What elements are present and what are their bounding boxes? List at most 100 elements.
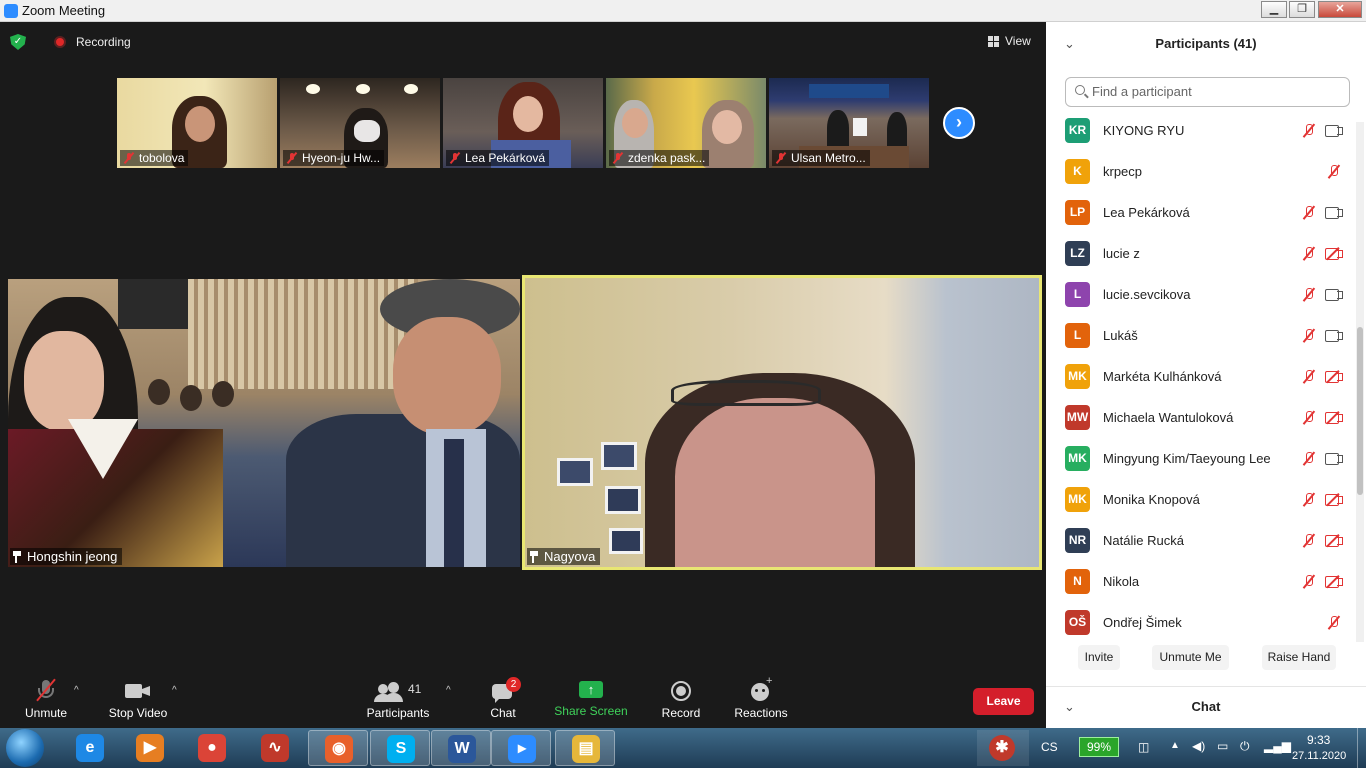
mic-muted-icon[interactable] [1302, 287, 1316, 302]
participant-row[interactable]: Kkrpecp [1046, 151, 1356, 192]
meeting-area: ✓ Recording View tobolova Hyeon-ju Hw...… [0, 22, 1046, 728]
record-button[interactable]: Record [658, 678, 704, 720]
video-camera-icon[interactable] [1325, 330, 1343, 342]
participant-row[interactable]: L Lukáš [1046, 315, 1356, 356]
participant-search-input[interactable] [1092, 84, 1342, 99]
windows-start-button[interactable] [6, 729, 44, 767]
stop-video-button[interactable]: Stop Video [104, 678, 172, 720]
mic-muted-icon[interactable] [1302, 369, 1316, 384]
participant-search[interactable] [1065, 77, 1350, 107]
share-screen-icon: ↑ [579, 681, 603, 698]
taskbar-internet-explorer-button[interactable]: e [60, 730, 120, 766]
mic-muted-icon[interactable] [1302, 451, 1316, 466]
display-icon[interactable]: ▭ [1217, 739, 1228, 753]
show-hidden-icons-arrow[interactable]: ▲ [1170, 740, 1180, 751]
next-page-arrow-icon[interactable]: › [943, 107, 975, 139]
video-thumbnail[interactable]: tobolova [117, 78, 277, 168]
video-options-caret[interactable]: ^ [172, 685, 177, 696]
avatar: OŠ [1065, 610, 1090, 635]
unmute-me-button[interactable]: Unmute Me [1152, 645, 1229, 670]
video-thumbnail[interactable]: Hyeon-ju Hw... [280, 78, 440, 168]
maximize-button[interactable]: ❐ [1289, 1, 1315, 18]
participant-row[interactable]: LP Lea Pekárková [1046, 192, 1356, 233]
collapse-chevron-icon[interactable]: ⌄ [1064, 36, 1075, 52]
participant-row[interactable]: MW Michaela Wantuloková [1046, 397, 1356, 438]
mic-muted-icon[interactable] [1302, 123, 1316, 138]
avatar: MK [1065, 487, 1090, 512]
participant-row[interactable]: NR Natálie Rucká [1046, 520, 1356, 561]
mic-muted-icon[interactable] [1302, 246, 1316, 261]
taskbar-file-explorer-button[interactable]: ▤ [555, 730, 615, 766]
video-off-icon[interactable] [1325, 574, 1343, 589]
video-camera-icon[interactable] [1325, 207, 1343, 219]
video-off-icon[interactable] [1325, 492, 1343, 507]
leave-meeting-button[interactable]: Leave [973, 688, 1034, 715]
raise-hand-button[interactable]: Raise Hand [1262, 645, 1336, 670]
minimize-button[interactable]: ▁ [1261, 1, 1287, 18]
view-button[interactable]: View [988, 34, 1031, 48]
battery-indicator[interactable]: 99% [1079, 737, 1119, 757]
participant-row[interactable]: LZ lucie z [1046, 233, 1356, 274]
participant-row[interactable]: MK Markéta Kulhánková [1046, 356, 1356, 397]
taskbar-media-player-button[interactable]: ▶ [120, 730, 180, 766]
volume-icon[interactable]: ◀) [1192, 739, 1205, 753]
invite-button[interactable]: Invite [1078, 645, 1120, 670]
language-indicator[interactable]: CS [1041, 740, 1058, 754]
video-thumbnail[interactable]: Ulsan Metro... [769, 78, 929, 168]
video-tile[interactable]: Hongshin jeong [8, 279, 520, 567]
mic-muted-icon[interactable] [1302, 492, 1316, 507]
taskbar-word-button[interactable]: W [431, 730, 491, 766]
active-speaker-tile[interactable]: Nagyova [522, 275, 1042, 570]
participants-button[interactable]: 41 Participants [362, 678, 434, 720]
participant-name: Nikola [1103, 574, 1140, 589]
share-screen-button[interactable]: ↑ Share Screen [553, 678, 629, 718]
avatar: L [1065, 282, 1090, 307]
clock-date[interactable]: 27.11.2020 [1292, 750, 1346, 762]
network-icon[interactable]: ◫ [1138, 740, 1149, 754]
mic-muted-icon[interactable] [1327, 615, 1341, 630]
unmute-button[interactable]: Unmute [18, 678, 74, 720]
collapse-chevron-icon[interactable]: ⌄ [1064, 687, 1075, 727]
participant-row[interactable]: MK Mingyung Kim/Taeyoung Lee [1046, 438, 1356, 479]
taskbar-firefox-button[interactable]: ◉ [308, 730, 368, 766]
participant-row[interactable]: KR KIYONG RYU [1046, 110, 1356, 151]
mic-muted-icon[interactable] [1302, 574, 1316, 589]
audio-options-caret[interactable]: ^ [74, 685, 79, 696]
video-thumbnail[interactable]: Lea Pekárková [443, 78, 603, 168]
close-button[interactable]: ✕ [1318, 1, 1362, 18]
tray-app-icon[interactable]: ✱ [977, 730, 1029, 766]
reactions-button[interactable]: + Reactions [732, 675, 790, 720]
video-thumbnail[interactable]: zdenka pask... [606, 78, 766, 168]
participant-name-tag: Ulsan Metro... [772, 150, 870, 166]
word-icon: W [448, 735, 476, 763]
participant-row[interactable]: Llucie.sevcikova [1046, 274, 1356, 315]
mic-muted-icon[interactable] [1302, 328, 1316, 343]
power-icon[interactable]: ⏻ [1240, 739, 1250, 754]
video-off-icon[interactable] [1325, 410, 1343, 425]
show-desktop-button[interactable] [1357, 728, 1366, 768]
mic-muted-icon[interactable] [1327, 164, 1341, 179]
video-off-icon[interactable] [1325, 369, 1343, 384]
taskbar-health-app-button[interactable]: ∿ [245, 730, 305, 766]
clock-time[interactable]: 9:33 [1307, 733, 1330, 747]
participant-row[interactable]: MK Monika Knopová [1046, 479, 1356, 520]
video-camera-icon[interactable] [1325, 125, 1343, 137]
taskbar-skype-button[interactable]: S [370, 730, 430, 766]
participant-list-scrollbar[interactable] [1356, 122, 1364, 642]
video-camera-icon[interactable] [1325, 453, 1343, 465]
signal-icon[interactable]: ▂▄▆ [1264, 739, 1291, 753]
mic-muted-icon[interactable] [1302, 533, 1316, 548]
participants-options-caret[interactable]: ^ [446, 685, 451, 696]
mic-muted-icon[interactable] [1302, 410, 1316, 425]
participant-row[interactable]: N Nikola [1046, 561, 1356, 602]
security-shield-icon[interactable]: ✓ [10, 34, 26, 50]
video-off-icon[interactable] [1325, 533, 1343, 548]
mic-muted-icon[interactable] [1302, 205, 1316, 220]
video-off-icon[interactable] [1325, 246, 1343, 261]
taskbar-chrome-button[interactable]: ● [182, 730, 242, 766]
chat-section-header[interactable]: ⌄ Chat [1046, 686, 1366, 728]
participant-row[interactable]: OŠ Ondřej Šimek [1046, 602, 1356, 636]
taskbar-zoom-button[interactable]: ▸ [491, 730, 551, 766]
video-camera-icon[interactable] [1325, 289, 1343, 301]
scrollbar-thumb[interactable] [1357, 327, 1363, 495]
